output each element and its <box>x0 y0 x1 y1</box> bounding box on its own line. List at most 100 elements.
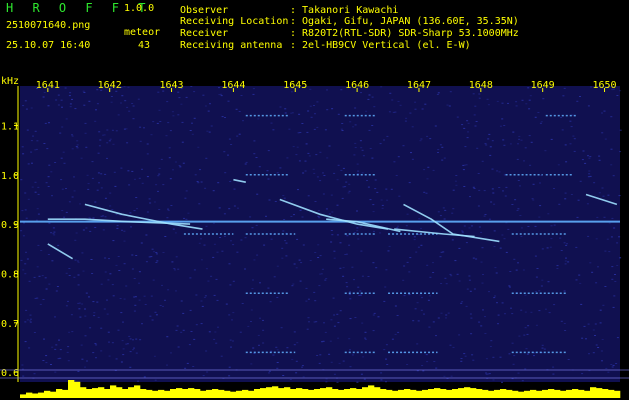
noise-speck <box>584 162 587 164</box>
noise-speck <box>229 181 232 182</box>
noise-speck <box>375 267 378 269</box>
noise-speck <box>469 196 471 198</box>
noise-speck <box>91 161 94 163</box>
activity-bar <box>236 390 243 398</box>
noise-speck <box>538 290 541 292</box>
noise-speck <box>276 297 279 298</box>
activity-bar <box>548 389 555 398</box>
noise-speck <box>323 175 326 176</box>
noise-speck <box>256 254 259 256</box>
noise-speck <box>55 344 58 346</box>
noise-speck <box>205 225 208 227</box>
noise-speck <box>220 355 223 357</box>
noise-speck <box>587 323 590 325</box>
activity-bar <box>218 389 225 398</box>
noise-speck <box>301 123 304 124</box>
noise-speck <box>318 217 321 219</box>
noise-speck <box>356 163 359 165</box>
noise-speck <box>117 329 120 331</box>
noise-speck <box>24 192 27 194</box>
noise-speck <box>69 106 72 108</box>
noise-speck <box>372 314 375 316</box>
noise-speck <box>422 370 425 372</box>
noise-speck <box>420 138 423 140</box>
noise-speck <box>413 239 416 241</box>
noise-speck <box>251 227 254 229</box>
noise-speck <box>170 205 173 206</box>
activity-bar <box>428 389 435 398</box>
noise-speck <box>484 143 487 145</box>
noise-speck <box>439 144 442 146</box>
noise-speck <box>412 320 415 322</box>
noise-speck <box>34 191 37 193</box>
activity-bar <box>536 390 543 398</box>
noise-speck <box>43 338 45 340</box>
noise-speck <box>57 358 60 360</box>
noise-speck <box>61 188 64 190</box>
noise-speck <box>339 242 342 244</box>
noise-speck <box>35 219 38 221</box>
noise-speck <box>432 272 435 273</box>
noise-speck <box>102 229 105 231</box>
activity-bar <box>374 387 381 398</box>
noise-speck <box>55 99 58 101</box>
activity-bar <box>380 389 387 398</box>
noise-speck <box>174 269 176 271</box>
noise-speck <box>217 182 220 184</box>
noise-speck <box>603 110 606 112</box>
noise-speck <box>259 282 261 284</box>
noise-speck <box>364 337 367 339</box>
antenna-value: : 2el-HB9CV Vertical (el. E-W) <box>290 40 471 51</box>
noise-speck <box>610 364 613 365</box>
noise-speck <box>432 262 434 264</box>
noise-speck <box>547 281 550 283</box>
noise-speck <box>599 322 602 324</box>
noise-speck <box>259 317 261 319</box>
noise-speck <box>404 120 407 122</box>
noise-speck <box>95 109 97 111</box>
noise-speck <box>541 344 544 346</box>
noise-speck <box>170 352 172 354</box>
noise-speck <box>125 285 128 287</box>
noise-speck <box>526 353 529 355</box>
noise-speck <box>309 260 312 261</box>
noise-speck <box>155 314 158 316</box>
noise-speck <box>403 295 406 297</box>
noise-speck <box>183 217 185 219</box>
noise-speck <box>432 169 435 171</box>
noise-speck <box>255 224 258 226</box>
noise-speck <box>539 205 542 207</box>
y-tick-label: 1.0 <box>1 171 19 182</box>
noise-speck <box>482 309 484 311</box>
noise-speck <box>115 264 118 266</box>
noise-speck <box>411 158 414 160</box>
noise-speck <box>104 257 107 259</box>
noise-speck <box>456 116 459 118</box>
noise-speck <box>368 94 371 96</box>
noise-speck <box>233 205 236 207</box>
noise-speck <box>511 342 514 344</box>
activity-bar <box>44 390 51 398</box>
noise-speck <box>132 339 134 341</box>
noise-speck <box>106 157 108 159</box>
noise-speck <box>348 190 351 192</box>
noise-speck <box>315 154 318 156</box>
noise-speck <box>503 238 506 240</box>
noise-speck <box>296 146 299 148</box>
noise-speck <box>177 91 180 93</box>
noise-speck <box>21 210 24 212</box>
x-tick-label: 1645 <box>283 80 307 91</box>
noise-speck <box>564 198 567 200</box>
noise-speck <box>462 169 465 171</box>
noise-speck <box>127 86 130 88</box>
noise-speck <box>108 341 110 343</box>
noise-speck <box>195 294 198 296</box>
noise-speck <box>493 203 496 205</box>
noise-speck <box>77 274 80 276</box>
noise-speck <box>594 335 596 336</box>
noise-speck <box>293 344 296 346</box>
noise-speck <box>68 275 71 276</box>
noise-speck <box>474 105 477 107</box>
noise-speck <box>390 188 393 190</box>
noise-speck <box>100 350 103 352</box>
